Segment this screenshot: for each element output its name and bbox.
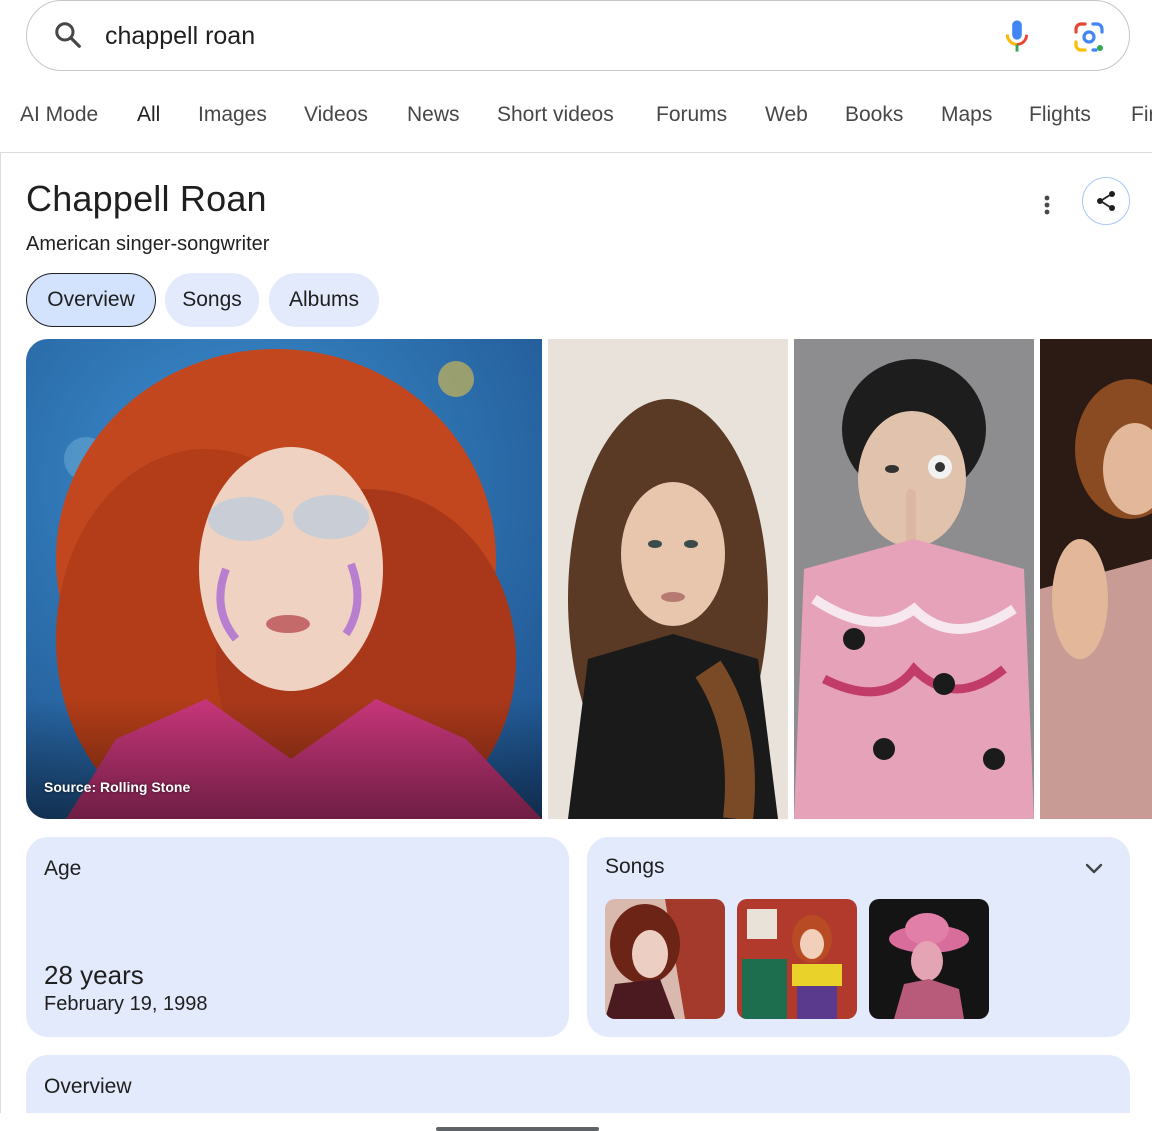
share-button[interactable] [1082,177,1130,225]
age-value: 28 years [44,960,144,990]
tab-flights[interactable]: Flights [1029,96,1091,136]
tab-ai-mode[interactable]: AI Mode [20,96,98,136]
chip-songs[interactable]: Songs [165,273,259,327]
birth-date: February 19, 1998 [44,993,208,1015]
age-label: Age [44,857,82,880]
search-tabs: AI Mode All Images Videos News Short vid… [0,96,1152,136]
overview-card-label: Overview [44,1075,132,1098]
panel-subtitle: American singer-songwriter [26,233,270,255]
tab-finance[interactable]: Fir [1131,96,1152,136]
chip-overview[interactable]: Overview [26,273,156,327]
panel-title: Chappell Roan [26,178,267,219]
tabs-divider [0,152,1152,153]
google-lens-icon[interactable] [1072,20,1106,54]
tab-short-videos[interactable]: Short videos [497,96,614,136]
chevron-down-icon[interactable] [1082,856,1106,880]
tab-videos[interactable]: Videos [304,96,368,136]
tab-books[interactable]: Books [845,96,903,136]
song-thumbnail-1[interactable] [605,899,725,1019]
search-input[interactable] [105,15,965,57]
tab-maps[interactable]: Maps [941,96,992,136]
more-options-icon[interactable] [1034,190,1060,220]
artist-photo-3[interactable] [794,339,1034,819]
search-icon[interactable] [53,20,83,50]
artist-photo-4[interactable] [1040,339,1152,819]
tab-forums[interactable]: Forums [656,96,727,136]
chip-albums[interactable]: Albums [269,273,379,327]
home-indicator[interactable] [436,1127,599,1131]
tab-web[interactable]: Web [765,96,808,136]
main-artist-photo[interactable] [26,339,542,819]
share-icon [1097,191,1115,211]
image-source-caption: Source: Rolling Stone [44,779,191,795]
tab-images[interactable]: Images [198,96,267,136]
songs-card-label: Songs [605,855,665,878]
song-thumbnail-2[interactable] [737,899,857,1019]
artist-photo-2[interactable] [548,339,788,819]
tab-all[interactable]: All [137,96,160,136]
song-thumbnail-3[interactable] [869,899,989,1019]
tab-news[interactable]: News [407,96,460,136]
microphone-icon[interactable] [1002,18,1032,54]
search-bar[interactable] [26,0,1130,71]
content-left-border [0,153,1,1113]
